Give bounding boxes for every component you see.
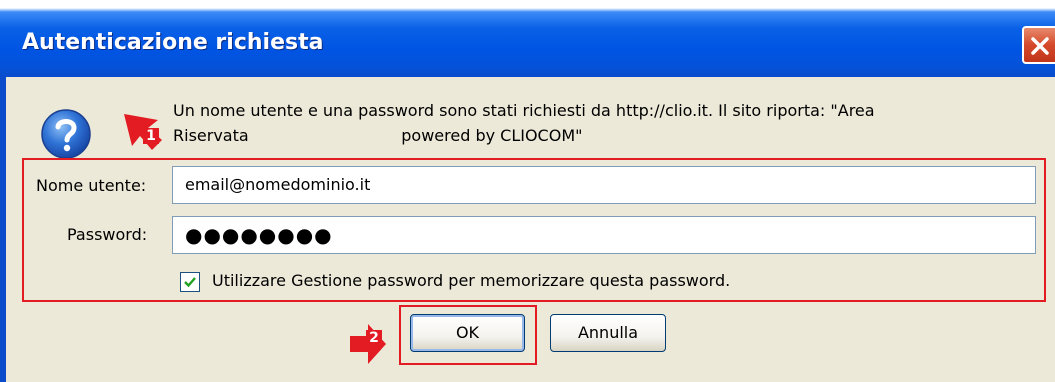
remember-password-checkbox[interactable] (180, 272, 200, 292)
window-border (0, 77, 6, 382)
message-line-2: Riservata powered by CLIOCOM" (173, 126, 583, 145)
password-input[interactable]: ●●●●●●●● (172, 216, 1036, 254)
step-1-badge: 1 (143, 128, 159, 144)
close-button[interactable] (1022, 26, 1055, 64)
password-label: Password: (67, 225, 148, 244)
dialog-title: Autenticazione richiesta (22, 30, 324, 55)
close-x-icon (1031, 37, 1049, 55)
message-line-1: Un nome utente e una password sono stati… (173, 101, 875, 120)
username-input[interactable]: email@nomedominio.it (172, 166, 1036, 204)
auth-message: Un nome utente e una password sono stati… (173, 98, 973, 148)
cancel-button[interactable]: Annulla (550, 314, 666, 352)
title-bar[interactable]: Autenticazione richiesta (0, 0, 1055, 77)
help-question-icon (41, 109, 91, 159)
ok-button[interactable]: OK (410, 314, 525, 352)
step-2-badge: 2 (366, 330, 382, 346)
auth-dialog: Autenticazione richiesta 1 Un nome utent… (0, 0, 1055, 382)
username-label: Nome utente: (36, 176, 147, 195)
checkmark-icon (184, 277, 196, 288)
remember-password-label: Utilizzare Gestione password per memoriz… (212, 271, 731, 290)
